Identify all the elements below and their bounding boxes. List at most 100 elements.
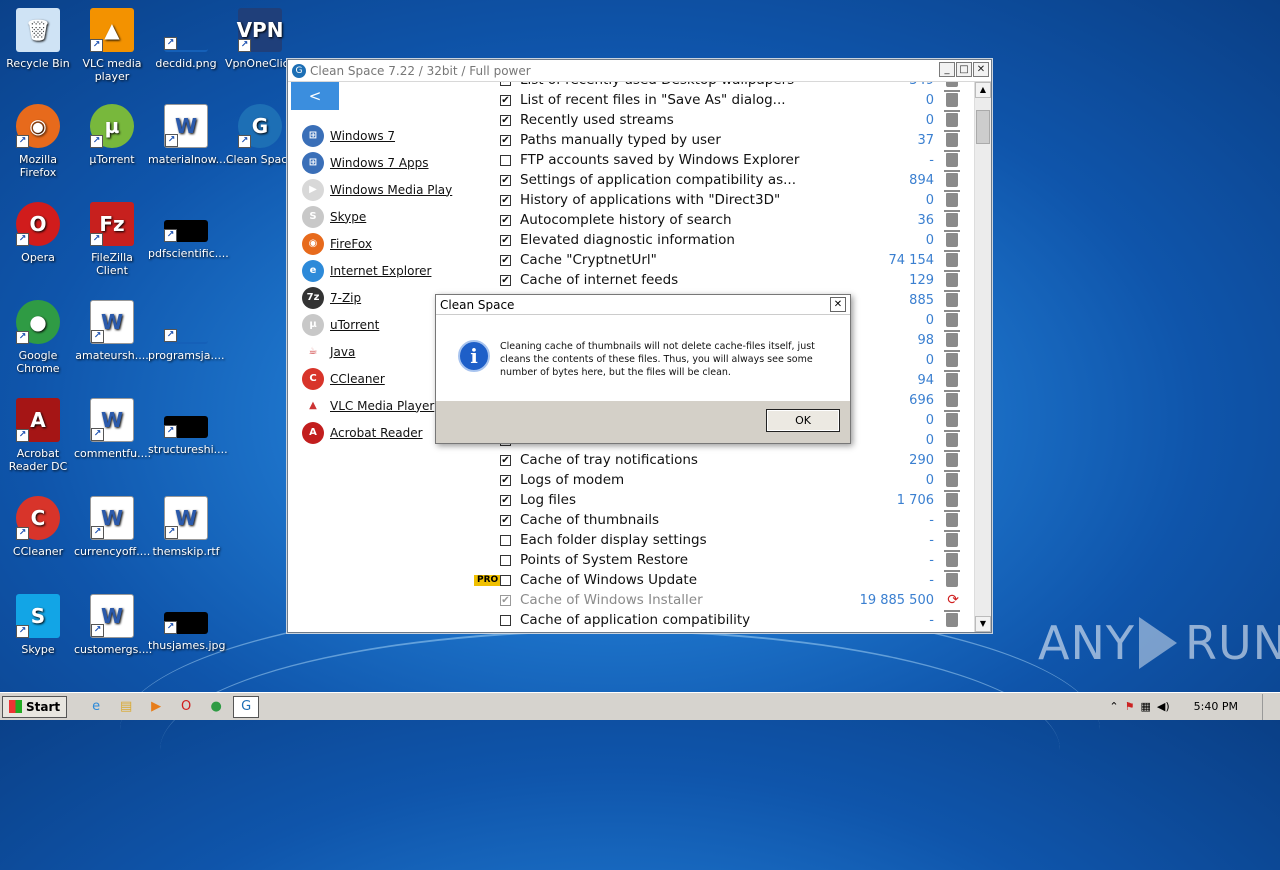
trash-icon[interactable] <box>944 430 960 447</box>
list-item[interactable]: ✔ Recently used streams 0 <box>474 110 970 130</box>
list-item[interactable]: ✔ List of recently used Desktop wallpaper… <box>474 82 970 90</box>
list-item[interactable]: ✔ Cache "CryptnetUrl" 74 154 <box>474 250 970 270</box>
sidebar-item[interactable]: e Internet Explorer <box>302 257 472 284</box>
trash-icon[interactable] <box>944 330 960 347</box>
refresh-icon[interactable]: ⟳ <box>947 592 959 608</box>
item-checkbox[interactable]: ✔ <box>500 174 511 186</box>
trash-icon[interactable] <box>944 170 960 187</box>
item-checkbox[interactable]: ✔ <box>500 234 511 246</box>
ok-button[interactable]: OK <box>766 409 840 432</box>
list-item[interactable]: ✔ History of applications with "Direct3D"… <box>474 190 970 210</box>
list-item[interactable]: ✔ List of recent files in "Save As" dialo… <box>474 90 970 110</box>
trash-icon[interactable] <box>944 490 960 507</box>
back-button[interactable]: < <box>291 82 339 110</box>
clean-space-icon[interactable]: G <box>233 695 260 718</box>
item-checkbox[interactable] <box>500 614 511 626</box>
desktop-icon[interactable]: 🗑 Recycle Bin <box>0 8 76 70</box>
item-checkbox[interactable]: ✔ <box>500 454 511 466</box>
trash-icon[interactable] <box>944 510 960 527</box>
trash-icon[interactable] <box>944 150 960 167</box>
list-item[interactable]: ✔ Cache of tray notifications 290 <box>474 450 970 470</box>
show-desktop-button[interactable] <box>1262 693 1272 720</box>
item-checkbox[interactable]: ✔ <box>500 94 511 106</box>
trash-icon[interactable] <box>944 550 960 567</box>
item-checkbox[interactable]: ✔ <box>500 194 511 206</box>
trash-icon[interactable] <box>944 290 960 307</box>
sidebar-item[interactable]: ◉ FireFox <box>302 230 472 257</box>
trash-icon[interactable] <box>944 370 960 387</box>
item-checkbox[interactable] <box>500 534 511 546</box>
desktop-icon[interactable]: ↗ decdid.png <box>148 8 224 70</box>
list-item[interactable]: ✔ Log files 1 706 <box>474 490 970 510</box>
start-button[interactable]: Start <box>2 695 68 718</box>
desktop-icon[interactable]: W ↗ materialnow.... <box>148 104 230 166</box>
trash-icon[interactable] <box>944 350 960 367</box>
item-checkbox[interactable] <box>500 574 511 586</box>
desktop-icon[interactable]: W ↗ customergs.... <box>74 594 152 656</box>
trash-icon[interactable] <box>946 82 958 87</box>
network-icon[interactable]: ▦ <box>1141 700 1151 713</box>
minimize-button[interactable]: _ <box>939 62 955 77</box>
trash-icon[interactable] <box>944 450 960 467</box>
close-button[interactable]: ✕ <box>973 62 989 77</box>
item-checkbox[interactable]: ✔ <box>500 514 511 526</box>
item-checkbox[interactable]: ✔ <box>500 114 511 126</box>
desktop-icon[interactable]: ▲ ↗ VLC media player <box>74 8 150 83</box>
trash-icon[interactable] <box>944 310 960 327</box>
sidebar-item[interactable]: ▶ Windows Media Play <box>302 176 472 203</box>
opera-icon[interactable]: O <box>173 696 199 718</box>
trash-icon[interactable] <box>944 130 960 147</box>
list-item[interactable]: ✔ Cache of Windows Installer 19 885 500 ⟳ <box>474 590 970 610</box>
trash-icon[interactable] <box>944 90 960 107</box>
trash-icon[interactable] <box>944 530 960 547</box>
chrome-icon[interactable]: ● <box>203 696 229 718</box>
list-item[interactable]: Cache of application compatibility - <box>474 610 970 630</box>
list-item[interactable]: Each folder display settings - <box>474 530 970 550</box>
scroll-up-arrow-icon[interactable]: ▲ <box>975 82 991 98</box>
trash-icon[interactable] <box>944 190 960 207</box>
trash-icon[interactable] <box>944 610 960 627</box>
explorer-icon[interactable]: ▤ <box>113 696 139 718</box>
dialog-close-button[interactable]: ✕ <box>830 297 846 312</box>
trash-icon[interactable] <box>944 210 960 227</box>
vertical-scrollbar[interactable]: ▲ ▼ <box>974 82 991 632</box>
item-checkbox[interactable]: ✔ <box>500 134 511 146</box>
list-item[interactable]: ✔ Elevated diagnostic information 0 <box>474 230 970 250</box>
trash-icon[interactable] <box>944 230 960 247</box>
desktop-icon[interactable]: S ↗ Skype <box>0 594 76 656</box>
desktop-icon[interactable]: ↗ structureshi.... <box>148 398 228 456</box>
list-item[interactable]: ✔ Autocomplete history of search 36 <box>474 210 970 230</box>
trash-icon[interactable] <box>944 570 960 587</box>
trash-icon[interactable] <box>944 250 960 267</box>
item-checkbox[interactable] <box>500 554 511 566</box>
trash-icon[interactable] <box>944 390 960 407</box>
sidebar-item[interactable]: S Skype <box>302 203 472 230</box>
item-checkbox[interactable]: ✔ <box>500 594 511 606</box>
maximize-button[interactable]: □ <box>956 62 972 77</box>
dialog-title[interactable]: Clean Space <box>436 295 850 315</box>
trash-icon[interactable] <box>944 410 960 427</box>
window-titlebar[interactable]: G Clean Space 7.22 / 32bit / Full power … <box>288 60 991 82</box>
desktop-icon[interactable]: ◉ ↗ Mozilla Firefox <box>0 104 76 179</box>
desktop-icon[interactable]: W ↗ amateursh.... <box>74 300 150 362</box>
desktop-icon[interactable]: Fz ↗ FileZilla Client <box>74 202 150 277</box>
desktop-icon[interactable]: C ↗ CCleaner <box>0 496 76 558</box>
media-player-icon[interactable]: ▶ <box>143 696 169 718</box>
item-checkbox[interactable]: ✔ <box>500 82 511 86</box>
list-item[interactable]: ✔ Cache of thumbnails - <box>474 510 970 530</box>
scroll-thumb[interactable] <box>976 110 990 144</box>
desktop-icon[interactable]: A ↗ Acrobat Reader DC <box>0 398 76 473</box>
list-item[interactable]: ✔ Logs of modem 0 <box>474 470 970 490</box>
sidebar-item[interactable]: ⊞ Windows 7 <box>302 122 472 149</box>
item-checkbox[interactable]: ✔ <box>500 214 511 226</box>
desktop-icon[interactable]: ↗ pdfscientific.... <box>148 202 229 260</box>
desktop-icon[interactable]: ● ↗ Google Chrome <box>0 300 76 375</box>
ie-icon[interactable]: e <box>83 696 109 718</box>
trash-icon[interactable] <box>944 270 960 287</box>
desktop-icon[interactable]: W ↗ commentfu.... <box>74 398 151 460</box>
desktop-icon[interactable]: ↗ thusjames.jpg <box>148 594 226 652</box>
chevron-up-icon[interactable]: ⌃ <box>1109 700 1118 713</box>
desktop-icon[interactable]: O ↗ Opera <box>0 202 76 264</box>
list-item[interactable]: FTP accounts saved by Windows Explorer - <box>474 150 970 170</box>
desktop-icon[interactable]: µ ↗ µTorrent <box>74 104 150 166</box>
